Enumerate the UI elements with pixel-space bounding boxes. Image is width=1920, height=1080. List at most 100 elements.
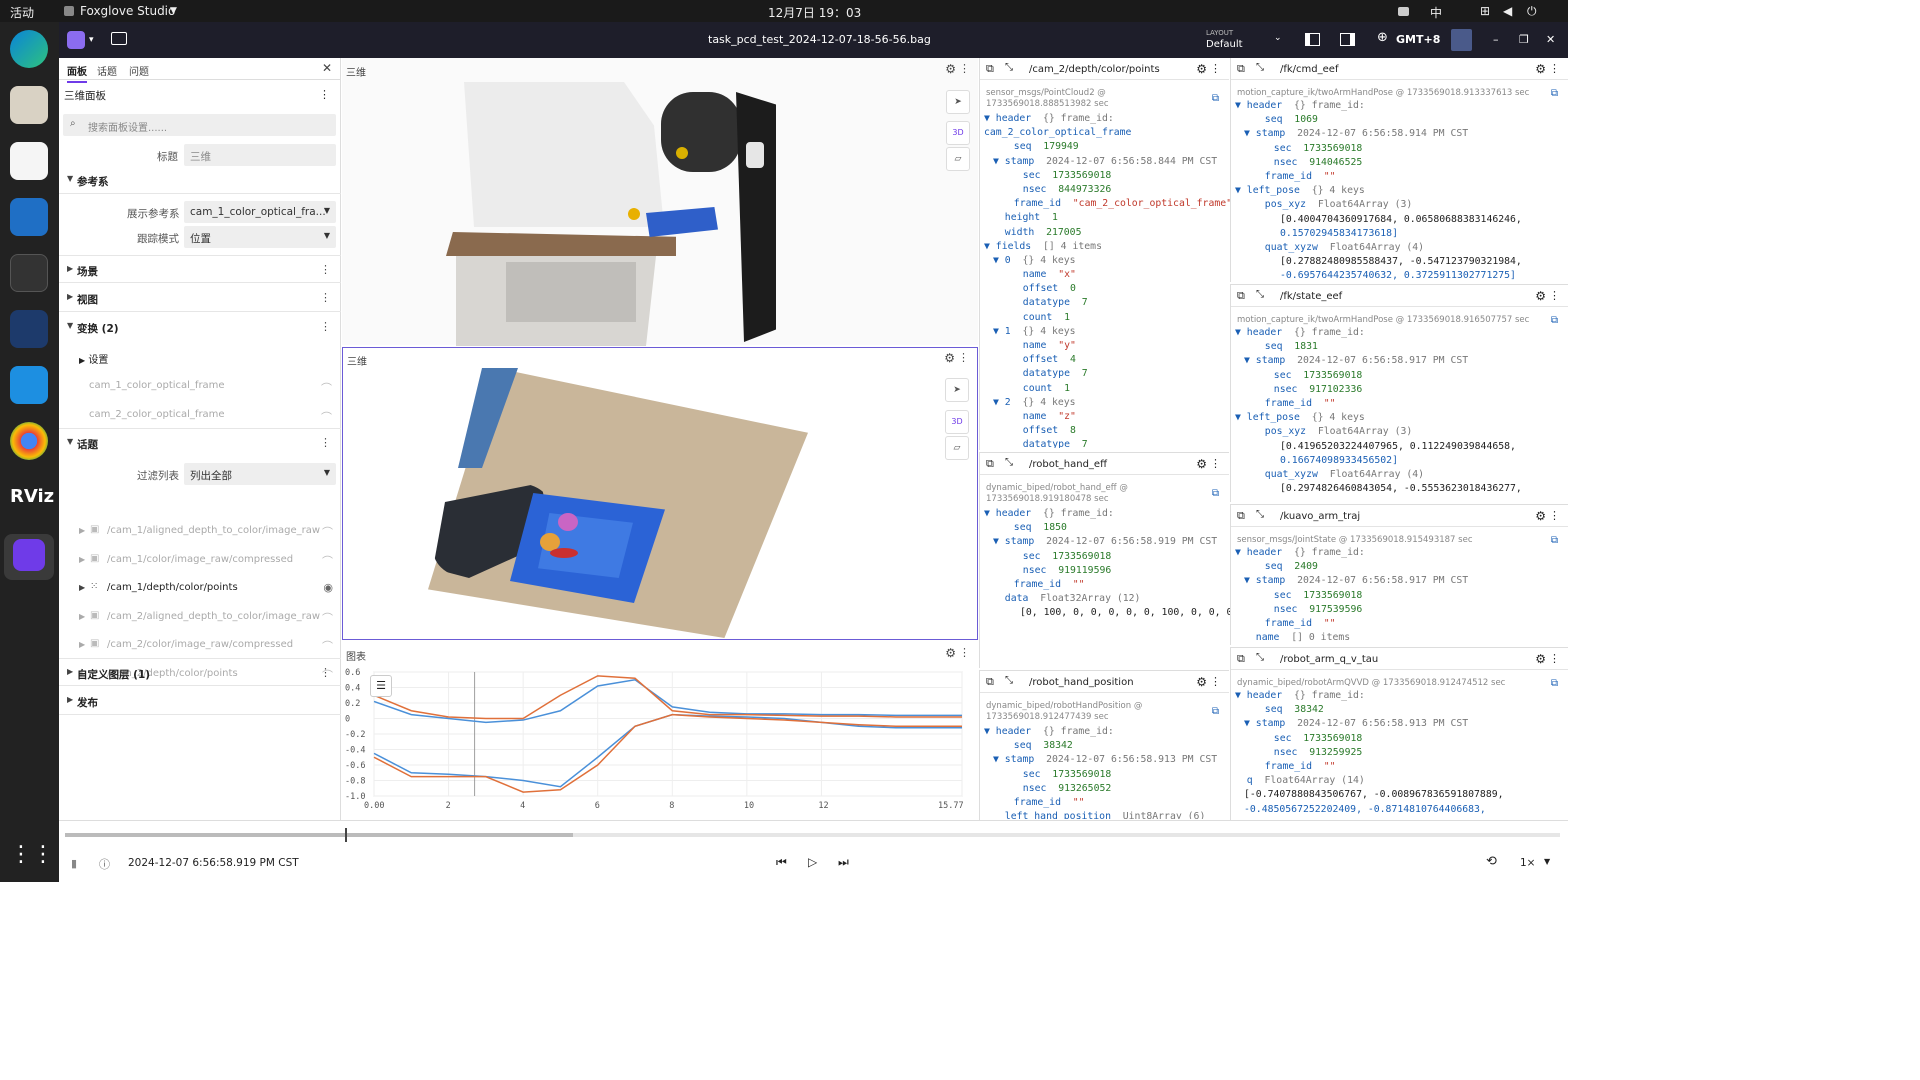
transform-settings[interactable]: ▶ 设置 [79,351,108,366]
tree-row[interactable]: ▼ 2 {} 4 keys [984,396,1232,410]
activities-button[interactable]: 活动 [10,4,34,21]
tree-row[interactable]: pos_xyz Float64Array (3) [1235,425,1522,439]
copy-icon[interactable]: ⧉ [1212,706,1219,717]
filter-select[interactable]: 列出全部 ▼ [184,463,336,485]
tree-row[interactable]: name [] 0 items [1235,631,1468,644]
tree-row[interactable]: ▼ header {} frame_id: [1235,99,1522,113]
more-icon[interactable]: ⋮ [959,646,970,659]
gear-icon[interactable]: ⚙ [944,351,955,365]
tree-row[interactable]: nsec 844973326 [984,183,1232,197]
raw-message-panel[interactable]: ⧉ ⤡ /fk/state_eef ⚙ ⋮ motion_capture_ik/twoAr… [1230,284,1568,502]
more-icon[interactable]: ⋮ [1549,509,1560,522]
copy-icon[interactable]: ⧉ [1212,93,1219,104]
search-input[interactable]: ⌕ 搜索面板设置...... [63,114,336,136]
copy-icon[interactable]: ⧉ [1237,62,1245,76]
tree-row[interactable]: ▼ stamp 2024-12-07 6:56:58.913 PM CST [984,753,1217,767]
topic-item[interactable]: ▶ ▣ /cam_1/color/image_raw/compressed ⌒ [59,553,341,573]
select-tool-icon[interactable]: ➤ [945,378,969,402]
terminal-icon[interactable] [10,254,48,292]
tree-row[interactable]: seq 38342 [984,739,1217,753]
tree-row[interactable]: 0.16674098933456502] [1235,454,1522,468]
tree-row[interactable]: pos_xyz Float64Array (3) [1235,198,1522,212]
topic-path[interactable]: /robot_hand_position [1029,677,1134,688]
tree-row[interactable]: -0.6957644235740632, 0.3725911302771275] [1235,269,1522,280]
ruler-icon[interactable]: ▱ [946,147,970,171]
tree-row[interactable]: [0.2974826460843054, -0.5553623018436277… [1235,482,1522,496]
raw-message-panel[interactable]: ⧉ ⤡ /robot_hand_position ⚙ ⋮ dynamic_biped/ro… [979,670,1229,820]
tree-row[interactable]: datatype 7 [984,367,1232,381]
tree-row[interactable]: ▼ stamp 2024-12-07 6:56:58.917 PM CST [1235,574,1468,588]
tree-row[interactable]: ▼ header {} frame_id: [1235,546,1468,560]
collapse-icon[interactable]: ⤡ [1005,457,1013,468]
tree-row[interactable]: quat_xyzw Float64Array (4) [1235,468,1522,482]
tree-row[interactable]: ▼ header {} frame_id: [984,112,1232,126]
tree-row[interactable]: ▼ header {} frame_id: [984,507,1256,521]
3d-panel-top[interactable]: 三维 ⚙ ⋮ ➤ 3D ▱ [342,58,978,346]
gear-icon[interactable]: ⚙ [1196,62,1207,76]
raw-message-panel[interactable]: ⧉ ⤡ /cam_2/depth/color/points ⚙ ⋮ sensor_msgs… [979,58,1232,450]
chevron-down-icon[interactable]: ⌄ [1274,33,1282,43]
copy-icon[interactable]: ⧉ [1237,509,1245,523]
layout-select[interactable]: Default [1206,39,1243,50]
section-transforms[interactable]: ▼ 变换 (2) ⋮ [59,313,341,341]
tree-row[interactable]: [-0.7407880843506767, -0.008967836591807… [1235,788,1504,802]
tree-row[interactable]: ▼ fields [] 4 items [984,240,1232,254]
gear-icon[interactable]: ⚙ [1535,62,1546,76]
tree-row[interactable]: sec 1733569018 [984,550,1256,564]
visibility-off-icon[interactable]: ⌒ [322,553,333,569]
section-view[interactable]: ▶ 视图 ⋮ [59,284,341,312]
topic-item[interactable]: ▶ ▣ /cam_1/aligned_depth_to_color/image_ra… [59,524,341,544]
more-icon[interactable]: ⋮ [320,320,331,333]
topic-path[interactable]: /robot_hand_eff [1029,459,1107,470]
more-icon[interactable]: ⋮ [320,263,331,276]
tree-row[interactable]: ▼ header {} frame_id: [1235,326,1522,340]
tree-row[interactable]: nsec 913259925 [1235,746,1504,760]
tree-row[interactable]: sec 1733569018 [1235,142,1522,156]
topic-item[interactable]: ▶ ⁙ /cam_1/depth/color/points ◉ [59,581,341,601]
copy-icon[interactable]: ⧉ [1551,88,1558,99]
frame-item[interactable]: cam_1_color_optical_frame [89,380,225,391]
section-topics[interactable]: ▼ 话题 ⋮ [59,428,341,456]
tree-row[interactable]: ▼ stamp 2024-12-07 6:56:58.914 PM CST [1235,127,1522,141]
topic-path[interactable]: /kuavo_arm_traj [1280,511,1360,522]
tree-row[interactable]: datatype 7 [984,438,1232,448]
tree-row[interactable]: sec 1733569018 [1235,369,1522,383]
avatar[interactable] [1451,29,1472,51]
tree-row[interactable]: count 1 [984,382,1232,396]
tree-row[interactable]: [0.41965203224407965, 0.112249039844658, [1235,440,1522,454]
more-icon[interactable]: ⋮ [320,291,331,304]
tree-row[interactable]: ▼ stamp 2024-12-07 6:56:58.844 PM CST [984,155,1232,169]
tree-row[interactable]: left_hand_position Uint8Array (6) [984,810,1217,819]
minimize-icon[interactable]: – [1493,33,1499,46]
keyboard-icon[interactable] [1398,7,1409,16]
tab-problems[interactable]: 问题 [129,63,149,78]
tree-row[interactable]: [0, 100, 0, 0, 0, 0, 0, 100, 0, 0, 0, 0] [984,606,1256,620]
gear-icon[interactable]: ⚙ [1196,675,1207,689]
visibility-off-icon[interactable]: ⌒ [322,524,333,540]
tree-row[interactable]: ▼ 0 {} 4 keys [984,254,1232,268]
more-icon[interactable]: ⋮ [1549,652,1560,665]
tree-row[interactable]: seq 2409 [1235,560,1468,574]
topic-item[interactable]: ▶ ▣ /cam_2/aligned_depth_to_color/image_ra… [59,610,341,630]
tree-row[interactable]: ▼ stamp 2024-12-07 6:56:58.913 PM CST [1235,717,1504,731]
tree-row[interactable]: name "y" [984,339,1232,353]
seek-forward-icon[interactable]: ⏭ [838,855,849,870]
foxglove-logo-icon[interactable] [67,31,85,49]
tree-row[interactable]: nsec 914046525 [1235,156,1522,170]
tree-row[interactable]: frame_id "" [984,796,1217,810]
more-icon[interactable]: ⋮ [959,62,970,75]
chevron-down-icon[interactable]: ▼ [170,6,177,16]
title-input[interactable]: 三维 [184,144,336,166]
add-panel-icon[interactable] [111,32,127,45]
ime-indicator[interactable]: 中 [1430,4,1442,21]
visibility-on-icon[interactable]: ◉ [323,581,333,594]
right-sidebar-toggle-icon[interactable] [1340,33,1355,46]
tree-row[interactable]: datatype 7 [984,296,1232,310]
tree-row[interactable]: offset 4 [984,353,1232,367]
gear-icon[interactable]: ⚙ [1196,457,1207,471]
copy-icon[interactable]: ⧉ [1212,488,1219,499]
topic-item[interactable]: ▶ ▣ /cam_2/color/image_raw/compressed ⌒ [59,638,341,658]
gear-icon[interactable]: ⚙ [1535,509,1546,523]
tree-row[interactable]: nsec 919119596 [984,564,1256,578]
chevron-down-icon[interactable]: ▾ [89,35,94,45]
